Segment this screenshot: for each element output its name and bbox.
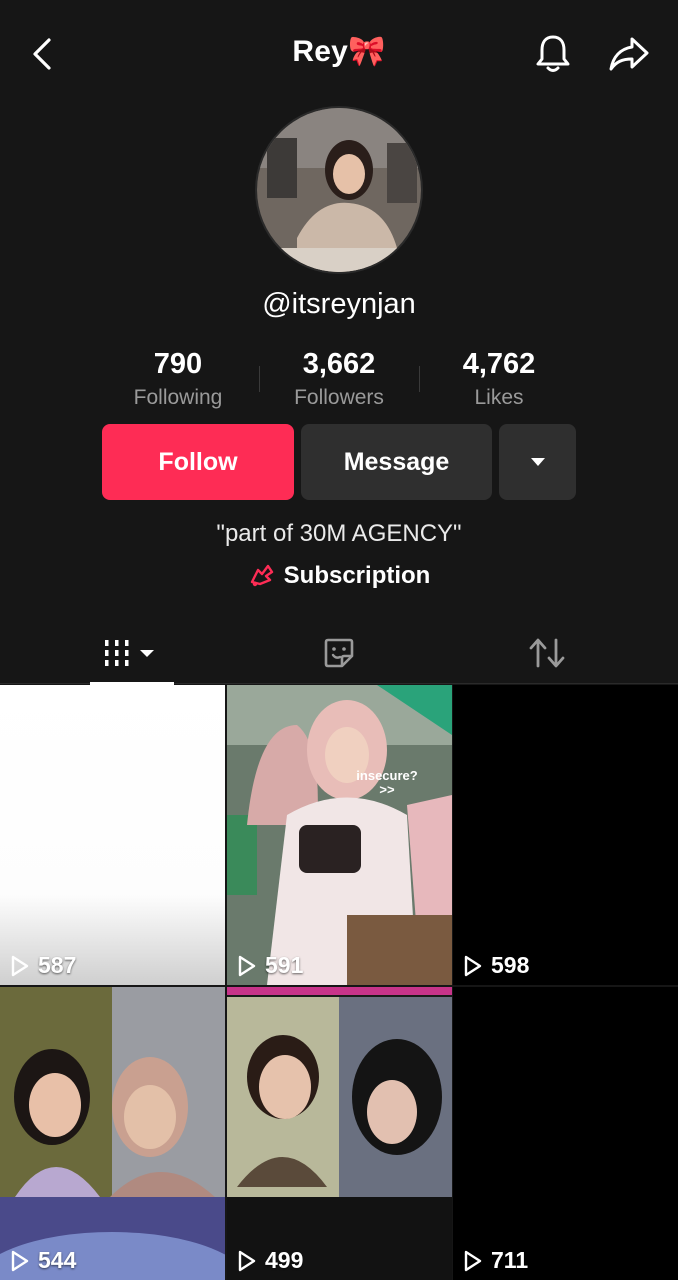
stat-following-value: 790 [153, 348, 203, 380]
play-icon [464, 1250, 482, 1271]
stat-followers-value: 3,662 [302, 348, 376, 380]
view-count: 587 [10, 952, 76, 979]
subscription-icon [250, 564, 273, 587]
share-button[interactable] [604, 30, 654, 78]
stat-followers[interactable]: 3,662 Followers [259, 346, 419, 414]
view-count: 598 [463, 952, 529, 979]
sticker-icon [324, 638, 354, 668]
view-count: 711 [463, 1247, 528, 1274]
repost-icon [529, 638, 565, 668]
view-count-value: 591 [265, 952, 304, 978]
play-icon [464, 955, 482, 976]
share-arrow-icon [609, 37, 649, 71]
caret-down-icon [530, 458, 545, 466]
avatar-photo [257, 108, 421, 272]
video-thumbnail-image [227, 685, 452, 985]
more-options-button[interactable] [499, 424, 576, 500]
avatar[interactable] [255, 106, 423, 274]
video-grid: 587 insecure? >> 591 598 544 499 711 [0, 685, 678, 1280]
profile-actions: Follow Message [0, 424, 678, 502]
view-count: 499 [237, 1247, 303, 1274]
tab-videos[interactable] [90, 622, 174, 685]
stat-likes-label: Likes [474, 386, 524, 409]
play-icon [238, 1250, 256, 1271]
profile-stats: 790 Following 3,662 Followers 4,762 Like… [0, 346, 678, 416]
video-thumbnail[interactable]: 587 [0, 685, 225, 985]
view-count-value: 544 [38, 1247, 77, 1273]
page-title: Rey🎀 [292, 35, 386, 68]
profile-bio: "part of 30M AGENCY" [216, 520, 462, 547]
content-tabs [0, 622, 678, 685]
view-count-value: 711 [491, 1247, 529, 1273]
video-thumbnail[interactable]: insecure? >> 591 [227, 685, 452, 985]
stat-likes[interactable]: 4,762 Likes [419, 346, 579, 414]
stat-followers-label: Followers [294, 386, 384, 409]
play-icon [11, 955, 29, 976]
view-count: 544 [10, 1247, 76, 1274]
username-handle: @itsreynjan [262, 288, 416, 320]
message-button[interactable]: Message [301, 424, 492, 500]
video-thumbnail-image [0, 987, 225, 1280]
bell-icon [536, 35, 570, 72]
play-icon [11, 1250, 29, 1271]
view-count-value: 598 [491, 952, 530, 978]
top-bar: Rey🎀 [0, 0, 678, 110]
notification-button[interactable] [530, 30, 576, 78]
video-thumbnail-image [453, 685, 678, 985]
videos-grid-icon [105, 640, 154, 666]
view-count-value: 587 [38, 952, 77, 978]
stat-likes-value: 4,762 [462, 348, 536, 380]
video-thumbnail[interactable]: 544 [0, 987, 225, 1280]
subscription-label: Subscription [283, 562, 431, 589]
view-count: 591 [237, 952, 303, 979]
video-thumbnail[interactable]: 711 [453, 987, 678, 1280]
video-thumbnail-image [0, 685, 225, 985]
follow-button[interactable]: Follow [102, 424, 294, 500]
stat-following-label: Following [133, 386, 223, 409]
video-caption: insecure? >> [356, 768, 418, 797]
subscription-link[interactable]: Subscription [0, 562, 678, 590]
tab-reposts[interactable] [508, 622, 586, 684]
play-icon [238, 955, 256, 976]
video-thumbnail-image [227, 987, 452, 1280]
stat-following[interactable]: 790 Following [98, 346, 258, 414]
video-thumbnail-image [453, 987, 678, 1280]
tab-stickers[interactable] [300, 622, 378, 684]
view-count-value: 499 [265, 1247, 304, 1273]
video-thumbnail[interactable]: 499 [227, 987, 452, 1280]
video-thumbnail[interactable]: 598 [453, 685, 678, 985]
